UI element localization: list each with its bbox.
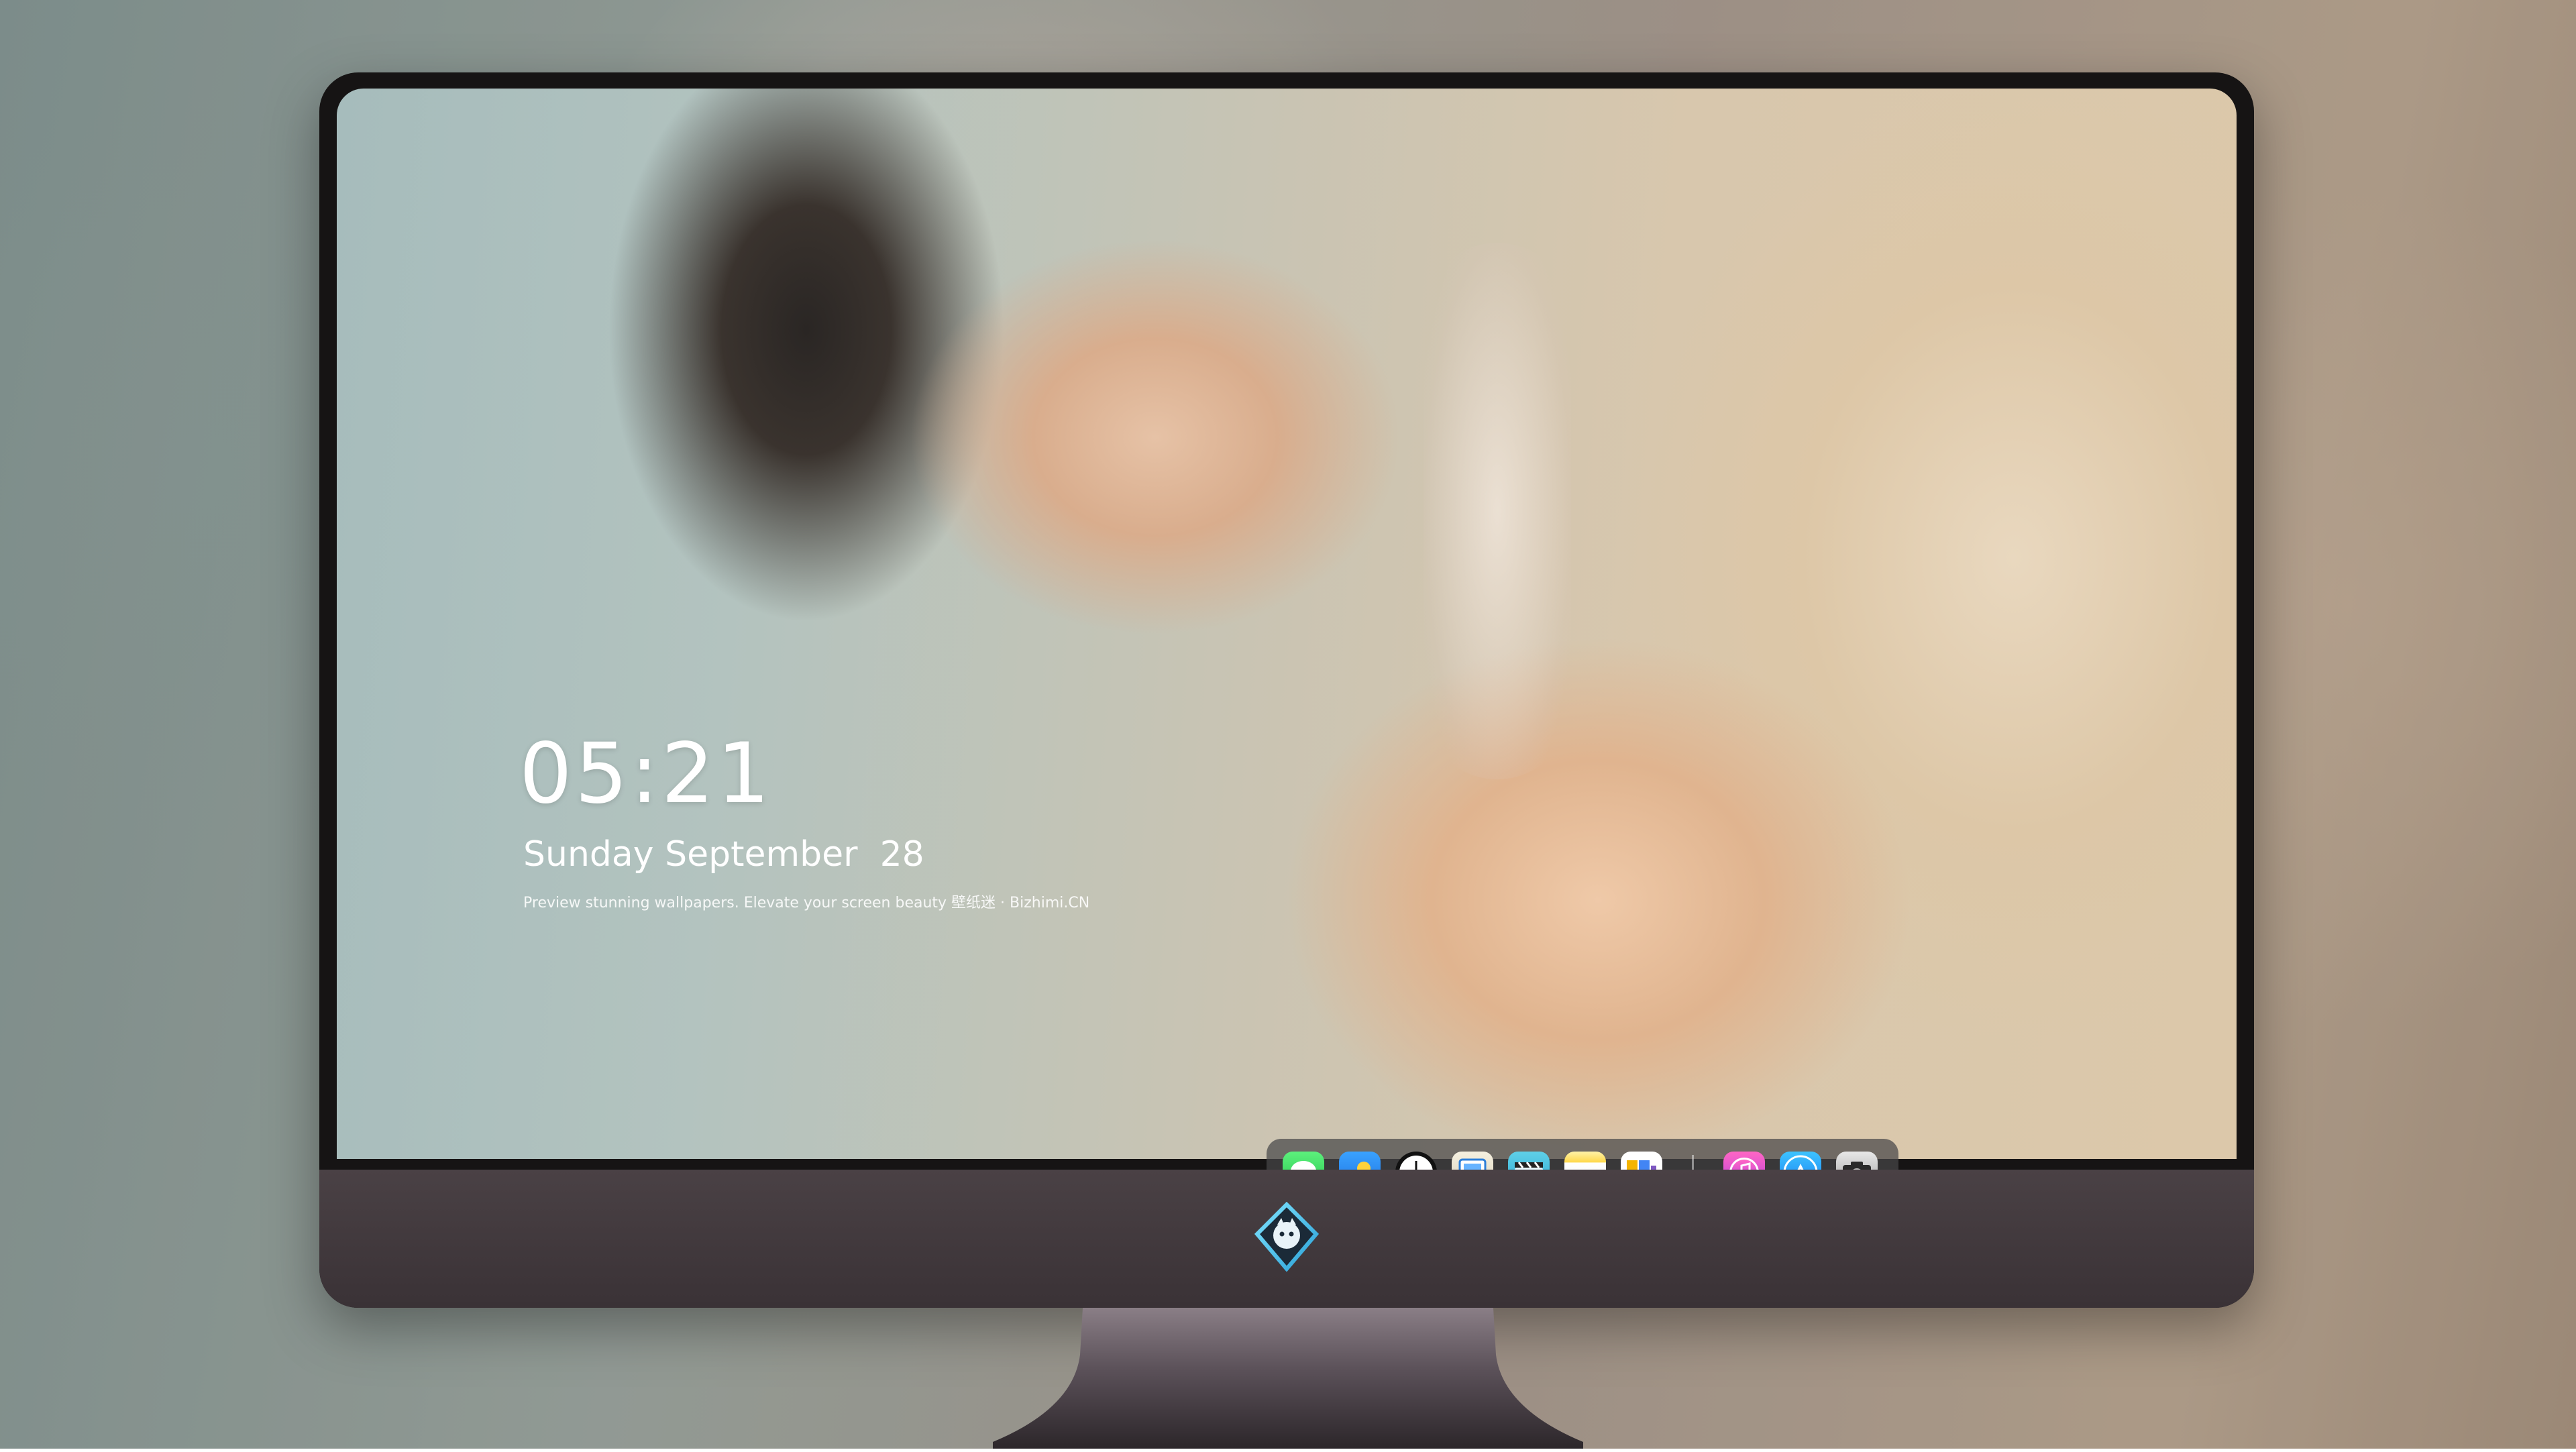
wallpaper-tagline: Preview stunning wallpapers. Elevate you… [523,895,1090,911]
lock-screen-time: 05:21 [519,726,773,822]
wallpaper-detail [1424,243,1571,779]
lock-screen: 05:21 Sunday September 28 Preview stunni… [337,89,2237,1159]
monitor-stand [993,1308,1583,1449]
lock-screen-date: Sunday September 28 [523,834,924,875]
monitor-chin [319,1170,2254,1308]
brand-logo [1252,1201,1322,1272]
monitor: 05:21 Sunday September 28 Preview stunni… [319,72,2254,1308]
